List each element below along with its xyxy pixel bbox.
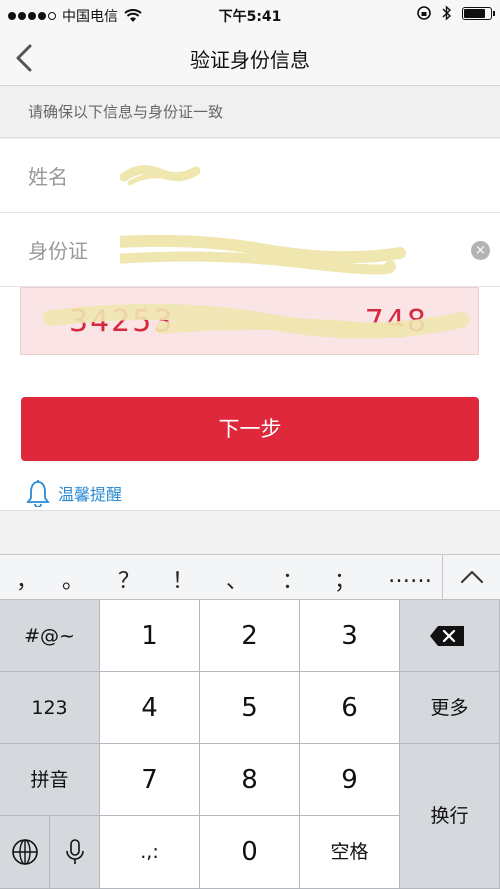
rotation-lock-icon [417,6,431,20]
battery-icon [462,6,495,20]
status-bar: 中国电信 下午5:41 [0,0,500,30]
id-preview-redaction [43,303,469,339]
digit-key-3[interactable]: 3 [300,600,400,672]
globe-key[interactable] [0,816,50,889]
id-row[interactable]: 身份证 × [0,213,500,287]
punct-key[interactable]: 、 [226,563,248,595]
page-title: 验证身份信息 [190,48,310,72]
backspace-icon [430,626,464,646]
collapse-keyboard-button[interactable] [442,555,500,600]
name-label: 姓名 [28,165,68,189]
microphone-icon [66,839,84,864]
id-preview-area: 34253 748 [0,287,500,365]
punct-key[interactable]: …… [388,563,432,588]
digit-key-1[interactable]: 1 [100,600,200,672]
numbers-key[interactable]: 123 [0,672,100,744]
punct-key[interactable]: ， [16,563,38,595]
status-right [416,5,495,21]
punctuation-key[interactable]: .,: [100,816,200,889]
digit-key-9[interactable]: 9 [300,744,400,816]
digit-key-7[interactable]: 7 [100,744,200,816]
name-row[interactable]: 姓名 [0,139,500,213]
backspace-key[interactable] [400,600,500,672]
digit-key-6[interactable]: 6 [300,672,400,744]
nav-bar: 验证身份信息 [0,30,500,86]
punct-key[interactable]: ！ [172,563,194,595]
numeric-keyboard: #@~ 1 2 3 123 4 5 6 更多 拼音 7 8 9 换行 .,: 0… [0,600,500,889]
tips-link[interactable]: 温馨提醒 [26,479,122,507]
space-key[interactable]: 空格 [300,816,400,889]
action-area: 下一步 温馨提醒 [0,365,500,510]
punct-key[interactable]: ： [282,563,304,595]
clear-input-button[interactable]: × [471,241,490,260]
digit-key-5[interactable]: 5 [200,672,300,744]
bluetooth-icon [442,5,452,21]
id-label: 身份证 [28,239,88,263]
form-hint: 请确保以下信息与身份证一致 [0,86,500,138]
globe-icon [12,839,38,865]
punct-key[interactable]: ？ [118,563,140,595]
next-step-button[interactable]: 下一步 [21,397,479,461]
chevron-up-icon [461,571,483,583]
microphone-key[interactable] [50,816,100,889]
punct-key[interactable]: ； [334,563,356,595]
punctuation-bar: ， 。 ？ ！ 、 ： ； …… [0,554,500,600]
digit-key-4[interactable]: 4 [100,672,200,744]
battery-fill [464,8,485,18]
name-field-redacted[interactable] [120,161,200,191]
punct-key[interactable]: 。 [62,563,84,595]
id-preview: 34253 748 [20,287,479,355]
more-key[interactable]: 更多 [400,672,500,744]
bell-icon [26,480,50,507]
digit-key-0[interactable]: 0 [200,816,300,889]
return-key[interactable]: 换行 [400,744,500,889]
digit-key-2[interactable]: 2 [200,600,300,672]
content-gap [0,510,500,554]
symbols-key[interactable]: #@~ [0,600,100,672]
pinyin-key[interactable]: 拼音 [0,744,100,816]
id-field-redacted[interactable] [120,235,410,275]
tips-label: 温馨提醒 [58,485,123,504]
digit-key-8[interactable]: 8 [200,744,300,816]
